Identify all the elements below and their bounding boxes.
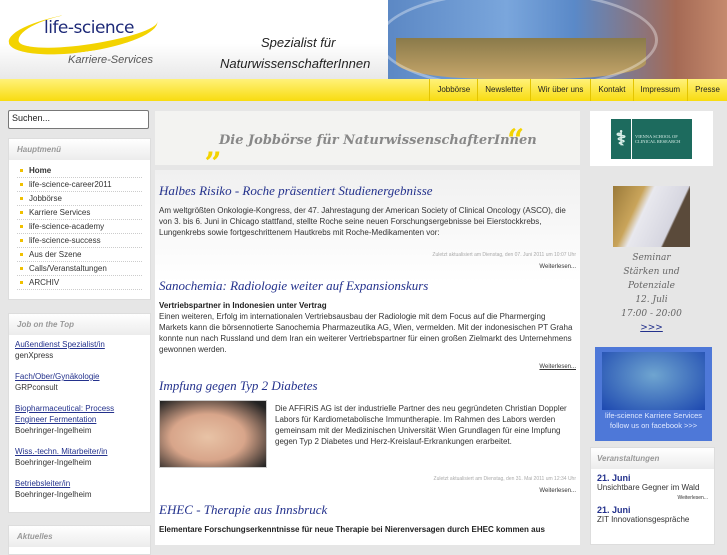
menu-item-home[interactable]: Home	[17, 164, 142, 178]
article-body: Am weltgrößten Onkologie-Kongress, der 4…	[159, 206, 566, 237]
menu-item[interactable]: life-science-academy	[17, 220, 142, 234]
menu-item[interactable]: Aus der Szene	[17, 248, 142, 262]
banner: „ Die Jobbörse für NaturwissenschafterIn…	[155, 111, 580, 165]
menu-item[interactable]: Karriere Services	[17, 206, 142, 220]
caduceus-icon: ⚕	[611, 118, 632, 159]
menu-item[interactable]: life-science-career2011	[17, 178, 142, 192]
menu-item[interactable]: life-science-success	[17, 234, 142, 248]
right-sidebar: ⚕ Vienna School of Clinical Research Semi…	[590, 111, 713, 335]
job-item: Wiss.-techn. Mitarbeiter/in Boehringer-In…	[15, 446, 144, 468]
job-company: genXpress	[15, 351, 54, 360]
article-subtitle: Vertriebspartner in Indonesien unter Ver…	[159, 301, 327, 310]
menu-item[interactable]: ARCHIV	[17, 276, 142, 290]
job-on-top: Job on the Top Außendienst Spezialist/in…	[8, 313, 151, 513]
event-title[interactable]: ZIT Innovationsgespräche	[597, 515, 708, 524]
events-box: Veranstaltungen 21. Juni Unsichtbare Geg…	[590, 447, 715, 545]
job-company: Boehringer-Ingelheim	[15, 426, 92, 435]
article-body: Einen weiteren, Erfolg im internationale…	[159, 312, 573, 354]
job-item: Biopharmaceutical: Process Engineer Ferm…	[15, 403, 144, 436]
slogan: Spezialist für	[261, 35, 336, 50]
article-updated: Zuletzt aktualisiert am Dienstag, den 07…	[432, 252, 576, 258]
search-input[interactable]: Suchen...	[8, 110, 149, 129]
menu-item[interactable]: Jobbörse	[17, 192, 142, 206]
dolphins-image	[602, 352, 705, 410]
article-title[interactable]: Sanochemia: Radiologie weiter auf Expans…	[159, 278, 576, 294]
article-image	[159, 400, 267, 468]
seminar-line: Seminar	[632, 253, 671, 263]
job-on-top-title: Job on the Top	[9, 314, 150, 335]
top-nav: Jobbörse Newsletter Wir über uns Kontakt…	[0, 79, 727, 101]
article-subtitle: Elementare Forschungserkenntnisse für ne…	[159, 525, 545, 534]
fb-line: life-science Karriere Services	[604, 411, 703, 420]
seminar-line: 17:00 - 20:00	[621, 309, 682, 319]
menu-item[interactable]: Calls/Veranstaltungen	[17, 262, 142, 276]
job-item: Fach/Ober/Gynäkologie GRPconsult	[15, 371, 144, 393]
job-link[interactable]: Betriebsleiter/in	[15, 478, 144, 489]
aktuelles-box: Aktuelles	[8, 525, 151, 555]
event-date: 21. Juni	[597, 505, 631, 515]
seminar-line: Stärken und	[623, 267, 680, 277]
nav-presse[interactable]: Presse	[687, 79, 727, 101]
event-date: 21. Juni	[597, 473, 631, 483]
read-more-link[interactable]: Weiterlesen...	[159, 488, 576, 494]
seminar-link[interactable]: >>>	[640, 323, 663, 333]
aktuelles-title: Aktuelles	[9, 526, 150, 547]
article-title[interactable]: EHEC - Therapie aus Innsbruck	[159, 502, 576, 518]
event-item: 21. Juni ZIT Innovationsgespräche	[591, 501, 714, 524]
event-item: 21. Juni Unsichtbare Gegner im Wald Weit…	[591, 469, 714, 501]
job-company: Boehringer-Ingelheim	[15, 490, 92, 499]
seminar-line: Potenziale	[627, 281, 676, 291]
nav-about[interactable]: Wir über uns	[530, 79, 590, 101]
events-title: Veranstaltungen	[591, 448, 714, 469]
job-link[interactable]: Wiss.-techn. Mitarbeiter/in	[15, 446, 144, 457]
job-item: Betriebsleiter/in Boehringer-Ingelheim	[15, 478, 144, 500]
quote-close-icon: “	[507, 123, 525, 158]
job-company: GRPconsult	[15, 383, 58, 392]
banner-text: Die Jobbörse für NaturwissenschafterInne…	[219, 133, 537, 148]
article-list: Halbes Risiko - Roche präsentiert Studie…	[155, 170, 580, 545]
article: Sanochemia: Radiologie weiter auf Expans…	[159, 278, 576, 370]
read-more-link[interactable]: Weiterlesen...	[159, 364, 576, 370]
article-updated: Zuletzt aktualisiert am Dienstag, den 31…	[433, 476, 576, 482]
job-item: Außendienst Spezialist/in genXpress	[15, 339, 144, 361]
main-menu-title: Hauptmenü	[9, 139, 150, 160]
article: Impfung gegen Typ 2 Diabetes Die AFFiRiS…	[159, 378, 576, 494]
article-title[interactable]: Halbes Risiko - Roche präsentiert Studie…	[159, 183, 576, 199]
article-title[interactable]: Impfung gegen Typ 2 Diabetes	[159, 378, 576, 394]
read-more-link[interactable]: Weiterlesen...	[159, 264, 576, 270]
slogan: NaturwissenschafterInnen	[220, 56, 371, 71]
article: EHEC - Therapie aus Innsbruck Elementare…	[159, 502, 576, 535]
header-photo	[388, 0, 727, 79]
main-menu: Hauptmenü Home life-science-career2011 J…	[8, 138, 151, 300]
fb-line: follow us on facebook >>>	[609, 421, 698, 430]
facebook-banner[interactable]: life-science Karriere Services follow us…	[595, 347, 712, 441]
nav-impressum[interactable]: Impressum	[632, 79, 688, 101]
vscr-logo-text: Vienna School of Clinical Research	[634, 133, 681, 144]
logo-subtitle: Karriere-Services	[68, 54, 153, 66]
header: life-science Karriere-Services Spezialis…	[0, 0, 727, 79]
logo[interactable]: life-science	[44, 18, 135, 38]
seminar-line: 12. Juli	[635, 295, 668, 305]
nav-jobboerse[interactable]: Jobbörse	[429, 79, 477, 101]
nav-contact[interactable]: Kontakt	[590, 79, 632, 101]
job-link[interactable]: Biopharmaceutical: Process Engineer Ferm…	[15, 403, 144, 425]
event-title[interactable]: Unsichtbare Gegner im Wald	[597, 483, 708, 492]
job-company: Boehringer-Ingelheim	[15, 458, 92, 467]
job-link[interactable]: Fach/Ober/Gynäkologie	[15, 371, 144, 382]
vscr-ad[interactable]: ⚕ Vienna School of Clinical Research	[590, 111, 713, 166]
article: Halbes Risiko - Roche präsentiert Studie…	[159, 183, 576, 270]
seminar-image	[613, 186, 690, 247]
nav-newsletter[interactable]: Newsletter	[477, 79, 530, 101]
job-link[interactable]: Außendienst Spezialist/in	[15, 339, 144, 350]
seminar-ad: Seminar Stärken und Potenziale 12. Juli …	[590, 251, 713, 335]
